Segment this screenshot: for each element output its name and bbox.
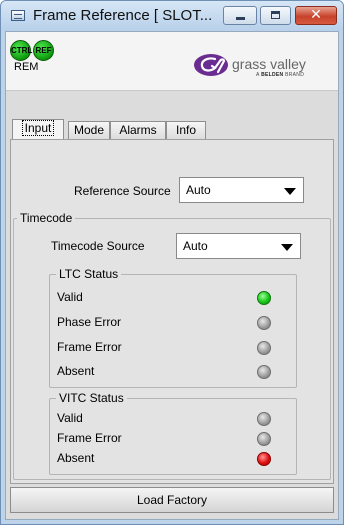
vitc-valid-label: Valid xyxy=(57,411,83,425)
tab-mode[interactable]: Mode xyxy=(68,121,110,139)
vitc-valid-led xyxy=(257,412,271,426)
tab-info[interactable]: Info xyxy=(166,121,206,139)
ltc-phase-error-label: Phase Error xyxy=(57,315,122,329)
close-icon: ✕ xyxy=(310,7,322,23)
input-tab-panel: Reference Source Auto Timecode Timecode … xyxy=(10,139,334,484)
tab-input[interactable]: Input xyxy=(12,119,64,140)
ref-indicator[interactable]: REF xyxy=(33,40,54,61)
maximize-icon xyxy=(271,11,280,19)
chevron-down-icon xyxy=(284,188,296,195)
frame-reference-window: Frame Reference [ SLOT... ✕ CTRL REF REM… xyxy=(0,0,344,525)
timecode-source-select[interactable]: Auto xyxy=(176,233,301,259)
tab-alarms[interactable]: Alarms xyxy=(110,121,166,139)
vitc-absent-led xyxy=(257,452,271,466)
ltc-valid-led xyxy=(257,291,271,305)
ltc-frame-error-led xyxy=(257,341,271,355)
load-factory-button[interactable]: Load Factory xyxy=(10,487,334,513)
reference-source-label: Reference Source xyxy=(74,184,171,198)
timecode-source-label: Timecode Source xyxy=(51,239,145,253)
panel-header: CTRL REF REM grass valley A BELDEN BRAND xyxy=(6,32,338,90)
timecode-group-title: Timecode xyxy=(17,211,76,225)
ltc-status-title: LTC Status xyxy=(56,267,122,281)
logo-sub-suffix: BRAND xyxy=(283,72,305,78)
vitc-frame-error-led xyxy=(257,432,271,446)
close-button[interactable]: ✕ xyxy=(295,6,337,25)
ltc-frame-error-label: Frame Error xyxy=(57,340,122,354)
logo-sub-brand: BELDEN xyxy=(261,72,284,78)
bottom-bar: Load Factory xyxy=(6,484,338,519)
reference-source-value: Auto xyxy=(186,183,211,197)
timecode-source-value: Auto xyxy=(183,239,208,253)
ltc-absent-label: Absent xyxy=(57,364,95,378)
vitc-status-group: VITC Status Valid Frame Error Absent xyxy=(49,391,297,475)
minimize-button[interactable] xyxy=(223,6,257,25)
timecode-group: Timecode Timecode Source Auto LTC Status… xyxy=(13,211,331,480)
window-title: Frame Reference [ SLOT... xyxy=(33,7,213,24)
maximize-button[interactable] xyxy=(260,6,291,25)
ltc-absent-led xyxy=(257,365,271,379)
window-app-icon xyxy=(11,10,25,21)
client-area: CTRL REF REM grass valley A BELDEN BRAND… xyxy=(5,31,339,520)
grass-valley-logo-icon xyxy=(194,54,228,76)
minimize-icon xyxy=(236,17,245,20)
vitc-absent-label: Absent xyxy=(57,451,95,465)
tab-input-label: Input xyxy=(21,120,55,136)
chevron-down-icon xyxy=(281,244,293,251)
vitc-frame-error-label: Frame Error xyxy=(57,431,122,445)
ltc-status-group: LTC Status Valid Phase Error Frame Error… xyxy=(49,267,297,388)
vitc-status-title: VITC Status xyxy=(56,391,127,405)
ctrl-indicator[interactable]: CTRL xyxy=(10,40,32,61)
rem-label: REM xyxy=(14,61,39,73)
logo-subtitle: A BELDEN BRAND xyxy=(256,72,304,78)
ltc-phase-error-led xyxy=(257,316,271,330)
logo-text: grass valley xyxy=(232,56,306,72)
ltc-valid-label: Valid xyxy=(57,290,83,304)
title-bar[interactable]: Frame Reference [ SLOT... ✕ xyxy=(1,1,343,31)
header-divider xyxy=(6,90,338,91)
reference-source-select[interactable]: Auto xyxy=(179,177,304,203)
